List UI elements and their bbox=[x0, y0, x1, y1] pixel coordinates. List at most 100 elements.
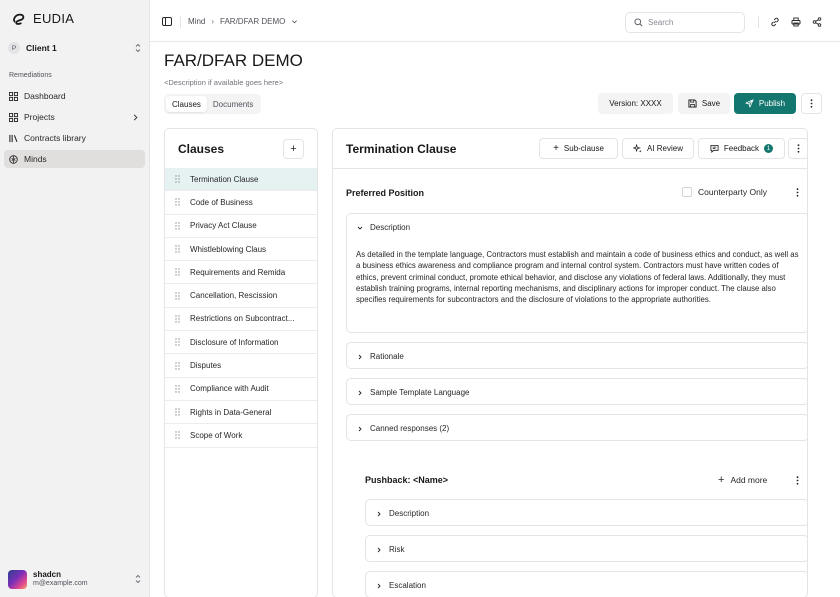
canned-responses-accordion-header: Canned responses (2) bbox=[357, 424, 449, 433]
user-menu[interactable]: shadcn m@example.com bbox=[8, 568, 142, 590]
brain-icon bbox=[9, 154, 18, 164]
clause-list: Termination Clause Code of Business Priv… bbox=[165, 168, 317, 448]
sidebar-item-dashboard[interactable]: Dashboard bbox=[4, 87, 145, 105]
sidebar-item-label: Dashboard bbox=[24, 91, 66, 101]
more-vertical-icon bbox=[797, 144, 800, 153]
drag-handle-icon[interactable] bbox=[175, 268, 180, 277]
add-clause-button[interactable]: + bbox=[283, 139, 304, 159]
drag-handle-icon[interactable] bbox=[175, 198, 180, 207]
drag-handle-icon[interactable] bbox=[175, 222, 180, 230]
list-item[interactable]: Termination Clause bbox=[165, 168, 317, 192]
drag-handle-icon[interactable] bbox=[175, 291, 180, 300]
accordion-label: Sample Template Language bbox=[370, 388, 470, 397]
list-item[interactable]: Privacy Act Clause bbox=[165, 215, 317, 238]
search-input[interactable] bbox=[648, 18, 738, 27]
sidebar-item-contracts-library[interactable]: Contracts library bbox=[4, 129, 145, 147]
search-box[interactable] bbox=[625, 12, 745, 33]
printer-icon[interactable] bbox=[791, 17, 801, 27]
breadcrumb-item-current[interactable]: FAR/DFAR DEMO bbox=[220, 17, 285, 26]
publish-button[interactable]: Publish bbox=[734, 93, 796, 114]
pushback-risk-accordion[interactable]: Risk bbox=[365, 535, 807, 562]
description-accordion: Description As detailed in the template … bbox=[346, 213, 807, 333]
drag-handle-icon[interactable] bbox=[175, 338, 180, 346]
list-item[interactable]: Code of Business bbox=[165, 191, 317, 215]
drag-handle-icon[interactable] bbox=[175, 245, 180, 253]
more-options-button[interactable] bbox=[801, 93, 822, 114]
list-item[interactable]: Scope of Work bbox=[165, 424, 317, 448]
description-accordion-header[interactable]: Description bbox=[357, 223, 410, 232]
more-vertical-icon[interactable] bbox=[796, 476, 799, 485]
feedback-button[interactable]: Feedback 1 bbox=[698, 138, 785, 159]
chevron-right-icon bbox=[358, 390, 362, 395]
chevron-down-icon[interactable] bbox=[291, 18, 298, 25]
accordion-label: Escalation bbox=[389, 581, 426, 590]
link-icon[interactable] bbox=[770, 17, 780, 27]
drag-handle-icon[interactable] bbox=[175, 175, 180, 183]
sub-clause-label: Sub-clause bbox=[563, 144, 604, 153]
clauses-title: Clauses bbox=[178, 142, 225, 156]
clause-label: Cancellation, Rescission bbox=[190, 291, 278, 301]
divider bbox=[180, 16, 181, 28]
preferred-position-heading: Preferred Position bbox=[346, 188, 425, 198]
app-name: EUDIA bbox=[33, 11, 75, 26]
add-more-button[interactable]: + Add more bbox=[718, 474, 767, 486]
list-item[interactable]: Rights in Data-General bbox=[165, 401, 317, 425]
rationale-accordion-header: Rationale bbox=[357, 352, 404, 361]
drag-handle-icon[interactable] bbox=[175, 408, 180, 416]
list-item[interactable]: Requirements and Remida bbox=[165, 261, 317, 285]
plus-icon: + bbox=[553, 143, 559, 154]
ai-review-button[interactable]: AI Review bbox=[622, 138, 694, 159]
client-name: Client 1 bbox=[26, 43, 57, 53]
clause-title: Termination Clause bbox=[346, 142, 457, 156]
divider bbox=[758, 16, 759, 28]
grid-icon bbox=[9, 112, 18, 122]
list-item[interactable]: Whistleblowing Claus bbox=[165, 238, 317, 262]
clauses-panel: Clauses + Termination Clause Code of Bus… bbox=[164, 128, 318, 597]
clause-label: Code of Business bbox=[190, 197, 253, 207]
drag-handle-icon[interactable] bbox=[175, 431, 180, 440]
more-vertical-icon[interactable] bbox=[796, 188, 799, 197]
sidebar-item-projects[interactable]: Projects bbox=[4, 108, 145, 126]
canned-responses-accordion[interactable]: Canned responses (2) bbox=[346, 414, 807, 441]
accordion-label: Canned responses (2) bbox=[370, 424, 450, 433]
drag-handle-icon[interactable] bbox=[175, 385, 180, 393]
clause-more-button[interactable] bbox=[788, 138, 807, 159]
user-name: shadcn bbox=[33, 570, 62, 580]
sidebar-toggle-icon[interactable] bbox=[162, 17, 172, 26]
save-button[interactable]: Save bbox=[678, 93, 730, 114]
clause-label: Termination Clause bbox=[190, 174, 259, 184]
list-item[interactable]: Disclosure of Information bbox=[165, 331, 317, 355]
tab-documents[interactable]: Documents bbox=[207, 96, 259, 112]
detail-header: Termination Clause + Sub-clause AI Revie… bbox=[333, 129, 807, 169]
chevron-right-icon bbox=[358, 354, 362, 359]
share-icon[interactable] bbox=[812, 17, 822, 27]
pushback-escalation-accordion[interactable]: Escalation bbox=[365, 571, 807, 597]
breadcrumb-item-mind[interactable]: Mind bbox=[188, 17, 205, 26]
tab-clauses[interactable]: Clauses bbox=[166, 96, 207, 112]
pushback-risk-header: Risk bbox=[376, 545, 405, 554]
list-item[interactable]: Restrictions on Subcontract... bbox=[165, 308, 317, 332]
sidebar-item-label: Minds bbox=[24, 154, 47, 164]
list-item[interactable]: Cancellation, Rescission bbox=[165, 284, 317, 308]
drag-handle-icon[interactable] bbox=[175, 315, 180, 323]
drag-handle-icon[interactable] bbox=[175, 361, 180, 370]
library-icon bbox=[9, 134, 18, 142]
breadcrumb: Mind › FAR/DFAR DEMO bbox=[188, 17, 298, 26]
clause-label: Scope of Work bbox=[190, 430, 243, 440]
add-sub-clause-button[interactable]: + Sub-clause bbox=[539, 138, 618, 159]
avatar bbox=[8, 569, 27, 589]
sample-template-accordion[interactable]: Sample Template Language bbox=[346, 378, 807, 405]
pushback-description-accordion[interactable]: Description bbox=[365, 499, 807, 526]
list-item[interactable]: Disputes bbox=[165, 354, 317, 378]
counterparty-only-checkbox[interactable] bbox=[682, 187, 692, 197]
app-logo[interactable]: EUDIA bbox=[12, 11, 74, 26]
message-icon bbox=[710, 144, 719, 153]
rationale-accordion[interactable]: Rationale bbox=[346, 342, 807, 369]
counterparty-only-toggle[interactable]: Counterparty Only bbox=[682, 187, 767, 197]
list-item[interactable]: Compliance with Audit bbox=[165, 378, 317, 401]
sidebar-item-minds[interactable]: Minds bbox=[4, 150, 145, 168]
feedback-label: Feedback bbox=[723, 144, 760, 153]
client-switcher[interactable]: P Client 1 bbox=[8, 39, 142, 57]
accordion-label: Description bbox=[389, 509, 430, 518]
version-button[interactable]: Version: XXXX bbox=[598, 93, 673, 114]
